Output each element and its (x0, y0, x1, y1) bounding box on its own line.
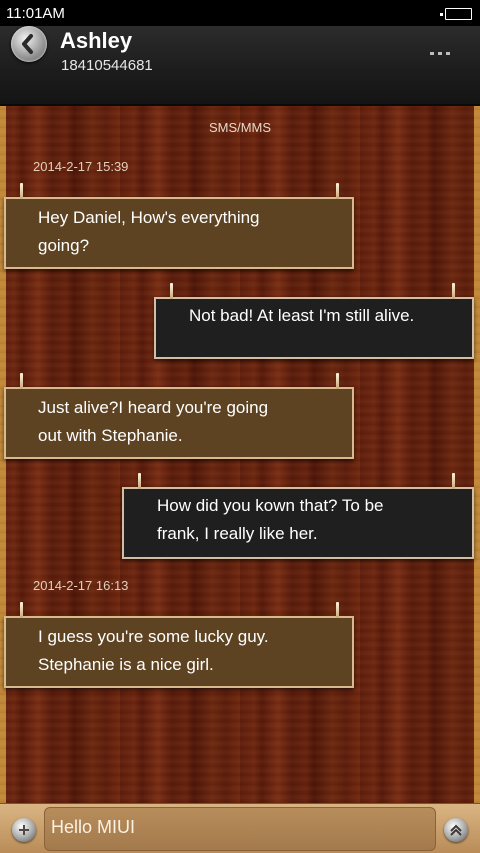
back-arrow-icon (22, 34, 33, 54)
status-bar: 11:01AM (0, 0, 480, 26)
message-line: Stephanie is a nice girl. (38, 655, 214, 674)
message-bubble-incoming[interactable]: Just alive?I heard you're going out with… (4, 373, 354, 459)
attach-icon (19, 825, 29, 835)
channel-label: SMS/MMS (208, 120, 272, 135)
message-line: Not bad! At least I'm still alive. (189, 306, 415, 325)
contact-number: 18410544681 (61, 57, 153, 74)
pin-icon (170, 283, 173, 299)
message-line: I guess you're some lucky guy. (38, 627, 269, 646)
send-icon (450, 824, 462, 836)
composer-bar: Hello MIUI (0, 803, 480, 853)
message-timestamp: 2014-2-17 16:13 (33, 578, 129, 593)
message-bubble-incoming[interactable]: Hey Daniel, How's everything going? (4, 183, 354, 269)
pin-icon (20, 183, 23, 199)
message-line: Just alive?I heard you're going (38, 398, 269, 417)
more-options-button[interactable] (430, 52, 450, 58)
attach-button[interactable] (12, 818, 36, 842)
pin-icon (20, 602, 23, 618)
pin-icon (452, 473, 455, 489)
message-line: out with Stephanie. (38, 426, 183, 445)
message-input[interactable]: Hello MIUI (44, 807, 436, 851)
message-bubble-incoming[interactable]: I guess you're some lucky guy. Stephanie… (4, 602, 354, 688)
message-bubble-outgoing[interactable]: Not bad! At least I'm still alive. (154, 283, 474, 359)
message-line: frank, I really like her. (157, 524, 318, 543)
contact-name: Ashley (60, 28, 133, 53)
pin-icon (336, 183, 339, 199)
pin-icon (452, 283, 455, 299)
pin-icon (336, 373, 339, 389)
pin-icon (336, 602, 339, 618)
battery-icon (445, 8, 472, 20)
battery-tip (440, 13, 443, 16)
conversation-header: Ashley 18410544681 (0, 26, 480, 106)
back-button[interactable] (11, 26, 47, 62)
message-line: going? (38, 236, 90, 255)
pin-icon (20, 373, 23, 389)
pin-icon (138, 473, 141, 489)
message-line: How did you kown that? To be (157, 496, 384, 515)
status-time: 11:01AM (6, 5, 65, 22)
message-bubble-outgoing[interactable]: How did you kown that? To be frank, I re… (122, 473, 474, 559)
message-timestamp: 2014-2-17 15:39 (33, 159, 129, 174)
send-button[interactable] (444, 818, 468, 842)
more-dots-icon (430, 52, 434, 55)
message-line: Hey Daniel, How's everything (38, 208, 260, 227)
